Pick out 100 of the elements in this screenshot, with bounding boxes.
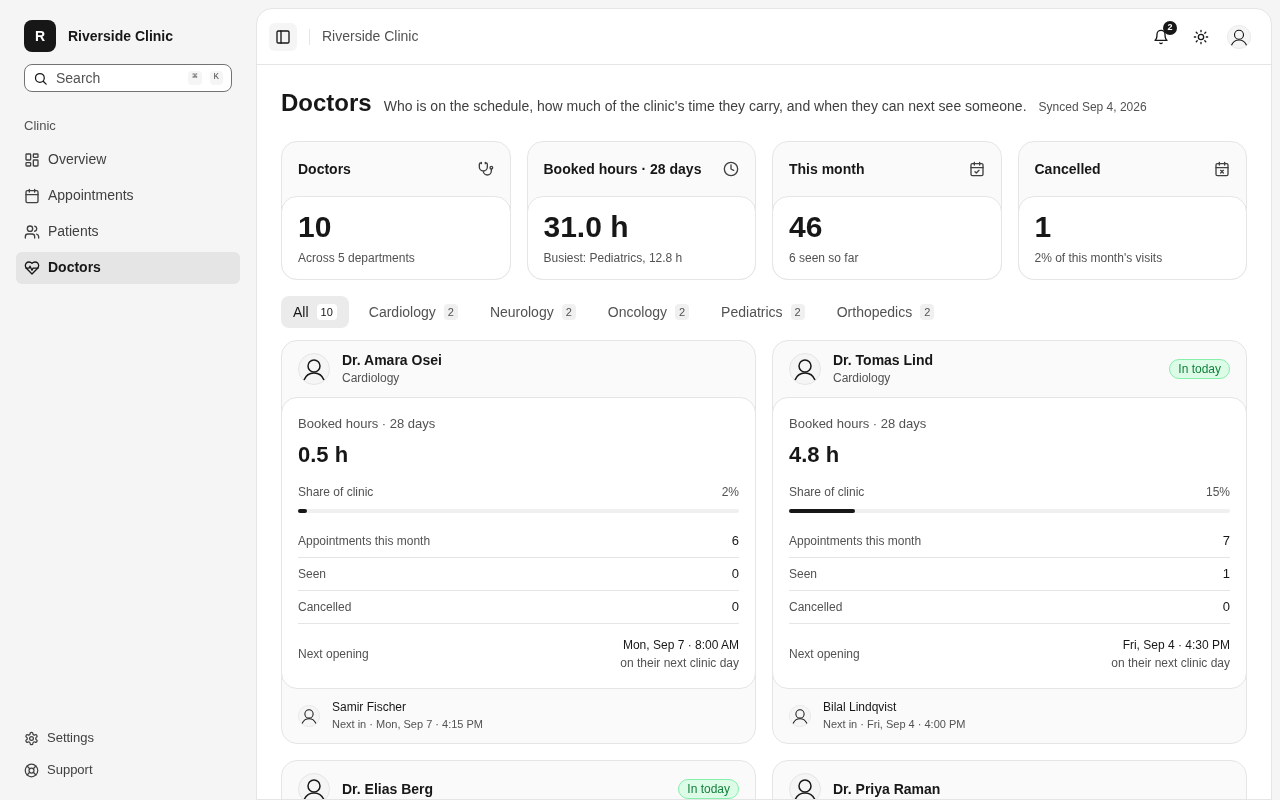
count-badge: 2 [443,303,458,321]
filter-tab[interactable]: Neurology 2 [477,296,588,328]
next-opening-note: on their next clinic day [1111,654,1230,672]
status-badge: In today [1169,359,1230,379]
doctor-name: Dr. Tomas Lind [833,351,935,369]
sidebar-link[interactable]: Support [16,756,240,784]
doctor-department: Cardiology [342,370,401,387]
stat-note: Across 5 departments [298,250,416,267]
search-icon [33,70,48,86]
calendar-icon [24,187,40,204]
sidebar-item[interactable]: Doctors [16,251,240,284]
grid-icon [24,151,40,168]
stat-title: Doctors [298,159,351,179]
search-input[interactable]: Search [56,67,181,89]
filter-tab[interactable]: Orthopedics 2 [824,296,947,328]
sidebar-item[interactable]: Patients [16,215,240,248]
metric-label: Booked hours · 28 days [298,415,437,433]
users-icon [24,223,40,240]
count-badge: 2 [561,303,576,321]
sidebar-item[interactable]: Overview [16,143,240,176]
row-label: Seen [789,565,818,583]
row-value: 1 [1222,564,1230,583]
brand-logo: R [24,20,56,52]
patient-next-visit: Next in · Fri, Sep 4 · 4:00 PM [823,717,966,733]
bell-icon [1153,28,1169,45]
stat-title: Booked hours · 28 days [543,159,702,179]
share-label: Share of clinic [298,483,374,501]
share-value: 2% [721,483,739,501]
notification-badge: 2 [1163,20,1177,35]
patient-next-visit: Next in · Mon, Sep 7 · 4:15 PM [332,717,483,733]
next-opening-time: Mon, Sep 7 · 8:00 AM [622,636,739,654]
sun-icon [1193,28,1209,45]
avatar [1227,24,1251,49]
sidebar-item[interactable]: Appointments [16,179,240,212]
row-value: 0 [731,564,739,583]
filter-tab[interactable]: All 10 [281,296,349,328]
patient-name: Samir Fischer [332,699,407,717]
sync-status: Synced Sep 4, 2026 [1038,99,1147,116]
stat-value: 1 [1034,209,1053,245]
calendar-check-icon [968,161,985,177]
stat-value: 10 [298,209,333,245]
brand-name: Riverside Clinic [68,26,174,46]
filter-tab[interactable]: Oncology 2 [595,296,702,328]
calendar-x-icon [1214,161,1230,177]
doctor-name: Dr. Elias Berg [342,779,435,798]
notifications-button[interactable]: 2 [1147,22,1175,51]
search-field[interactable]: Search ⌘ K [24,64,232,92]
row-label: Cancelled [298,598,352,616]
next-opening-note: on their next clinic day [620,654,739,672]
avatar [789,704,811,727]
row-value: 0 [1222,597,1230,616]
row-value: 7 [1222,531,1230,550]
status-badge: In today [678,778,739,799]
shortcut-key: K [209,71,223,85]
avatar [298,704,320,727]
row-label: Cancelled [789,598,843,616]
avatar [298,353,330,385]
doctor-department: Cardiology [833,370,892,387]
filter-tab[interactable]: Pediatrics 2 [709,296,817,328]
count-badge: 10 [316,303,337,321]
row-value: 6 [731,531,739,550]
stethoscope-icon [477,161,494,177]
row-label: Appointments this month [789,532,922,550]
avatar [789,353,821,385]
count-badge: 2 [790,303,805,321]
metric-value: 0.5 h [298,440,350,469]
row-value: 0 [731,597,739,616]
stat-note: 6 seen so far [789,250,860,267]
doctor-name: Dr. Amara Osei [342,351,443,369]
share-value: 15% [1205,483,1230,501]
row-label: Next opening [298,645,369,663]
stat-note: 2% of this month's visits [1034,250,1164,267]
breadcrumb[interactable]: Riverside Clinic [322,26,419,47]
page-title: Doctors [281,88,372,118]
stat-title: Cancelled [1034,159,1101,179]
section-label: Clinic [24,117,57,135]
page-subtitle: Who is on the schedule, how much of the clinic's time they carry, and when they can next see someone. [383,97,1027,116]
row-label: Appointments this month [298,532,431,550]
doctor-name: Dr. Priya Raman [833,779,942,798]
sidebar-toggle-button[interactable] [269,22,297,51]
count-badge: 2 [675,303,690,321]
patient-name: Bilal Lindqvist [823,699,898,717]
filter-tab[interactable]: Cardiology 2 [356,296,470,328]
share-label: Share of clinic [789,483,865,501]
metric-label: Booked hours · 28 days [789,415,928,433]
metric-value: 4.8 h [789,440,841,469]
sidebar-link[interactable]: Settings [16,724,240,752]
stat-note: Busiest: Pediatrics, 12.8 h [543,250,684,267]
clock-icon [723,161,739,177]
stat-value: 31.0 h [543,209,630,245]
stat-title: This month [789,159,865,179]
heart-pulse-icon [24,259,40,276]
stat-value: 46 [789,209,824,245]
lifebuoy-icon [24,762,39,778]
row-label: Next opening [789,645,860,663]
settings-icon [24,730,39,746]
panel-icon [275,28,291,45]
shortcut-key: ⌘ [188,71,202,85]
count-badge: 2 [920,303,935,321]
next-opening-time: Fri, Sep 4 · 4:30 PM [1122,636,1230,654]
